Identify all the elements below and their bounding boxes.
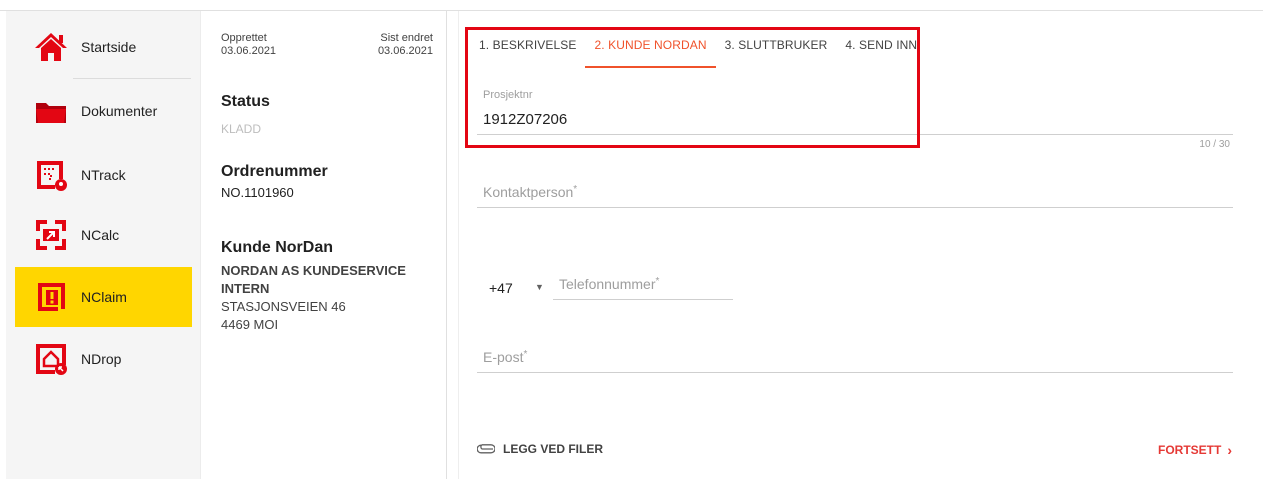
sidebar-item-label: Startside xyxy=(81,39,137,55)
phone-number-placeholder: Telefonnummer* xyxy=(559,276,660,292)
sidebar-item-ncalc[interactable]: NCalc xyxy=(15,205,192,265)
step-tabs: 1. BESKRIVELSE 2. KUNDE NORDAN 3. SLUTTB… xyxy=(470,30,926,68)
tab-kunde-nordan[interactable]: 2. KUNDE NORDAN xyxy=(585,30,716,68)
tab-send-inn[interactable]: 4. SEND INN xyxy=(836,30,926,68)
created-label: Opprettet xyxy=(221,32,267,44)
sidebar-item-nclaim[interactable]: NClaim xyxy=(15,267,192,327)
chevron-down-icon[interactable]: ▼ xyxy=(535,282,544,292)
phone-number-field[interactable]: Telefonnummer* xyxy=(553,270,733,300)
continue-label: FORTSETT xyxy=(1158,443,1222,457)
chevron-right-icon: › xyxy=(1227,442,1232,458)
customer-heading: Kunde NorDan xyxy=(221,239,333,256)
status-heading: Status xyxy=(221,93,270,110)
order-number-heading: Ordrenummer xyxy=(221,163,328,180)
customer-name: NORDAN AS KUNDESERVICE INTERN xyxy=(221,263,406,296)
column-divider xyxy=(446,11,447,479)
nclaim-icon xyxy=(33,279,69,315)
ncalc-icon xyxy=(33,217,69,253)
column-divider xyxy=(458,11,459,479)
tab-sluttbruker[interactable]: 3. SLUTTBRUKER xyxy=(716,30,837,68)
order-info-panel: Opprettet 03.06.2021 Sist endret 03.06.2… xyxy=(206,11,447,479)
contact-person-placeholder: Kontaktperson* xyxy=(483,184,578,200)
sidebar-item-startside[interactable]: Startside xyxy=(15,17,192,77)
continue-button[interactable]: FORTSETT › xyxy=(1158,442,1232,458)
ndrop-icon xyxy=(33,341,69,377)
attach-files-label: LEGG VED FILER xyxy=(503,442,604,456)
paperclip-icon xyxy=(477,444,495,454)
email-placeholder: E-post* xyxy=(483,349,528,365)
sidebar-item-label: NClaim xyxy=(81,289,127,305)
sidebar-item-label: NCalc xyxy=(81,227,120,243)
ntrack-icon xyxy=(33,157,69,193)
sidebar-item-ntrack[interactable]: NTrack xyxy=(15,145,192,205)
changed-info: Sist endret 03.06.2021 xyxy=(378,32,433,58)
phone-country-code[interactable]: +47 xyxy=(489,280,513,296)
status-badge: KLADD xyxy=(221,122,262,136)
created-info: Opprettet 03.06.2021 xyxy=(221,32,276,58)
sidebar-divider xyxy=(73,78,191,79)
sidebar-item-label: NTrack xyxy=(81,167,126,183)
tab-beskrivelse[interactable]: 1. BESKRIVELSE xyxy=(470,30,585,68)
customer-city: 4469 MOI xyxy=(221,317,279,332)
home-icon xyxy=(33,29,69,65)
sidebar: Startside Dokumenter NTrack NCalc NClaim… xyxy=(6,11,201,479)
sidebar-item-dokumenter[interactable]: Dokumenter xyxy=(15,81,192,141)
project-number-counter: 10 / 30 xyxy=(1199,139,1230,150)
attach-files-button[interactable]: LEGG VED FILER xyxy=(477,442,603,456)
order-number-value: NO.1101960 xyxy=(221,185,294,200)
changed-label: Sist endret xyxy=(380,32,433,44)
project-number-label: Prosjektnr xyxy=(483,89,533,101)
project-number-input[interactable] xyxy=(477,105,1233,135)
contact-person-field[interactable]: Kontaktperson* xyxy=(477,178,1233,208)
folder-icon xyxy=(33,93,69,129)
sidebar-item-ndrop[interactable]: NDrop xyxy=(15,329,192,389)
email-field[interactable]: E-post* xyxy=(477,343,1233,373)
changed-date: 03.06.2021 xyxy=(377,45,433,57)
customer-street: STASJONSVEIEN 46 xyxy=(221,299,346,314)
created-date: 03.06.2021 xyxy=(221,45,277,57)
sidebar-item-label: Dokumenter xyxy=(81,103,158,119)
sidebar-item-label: NDrop xyxy=(81,351,122,367)
